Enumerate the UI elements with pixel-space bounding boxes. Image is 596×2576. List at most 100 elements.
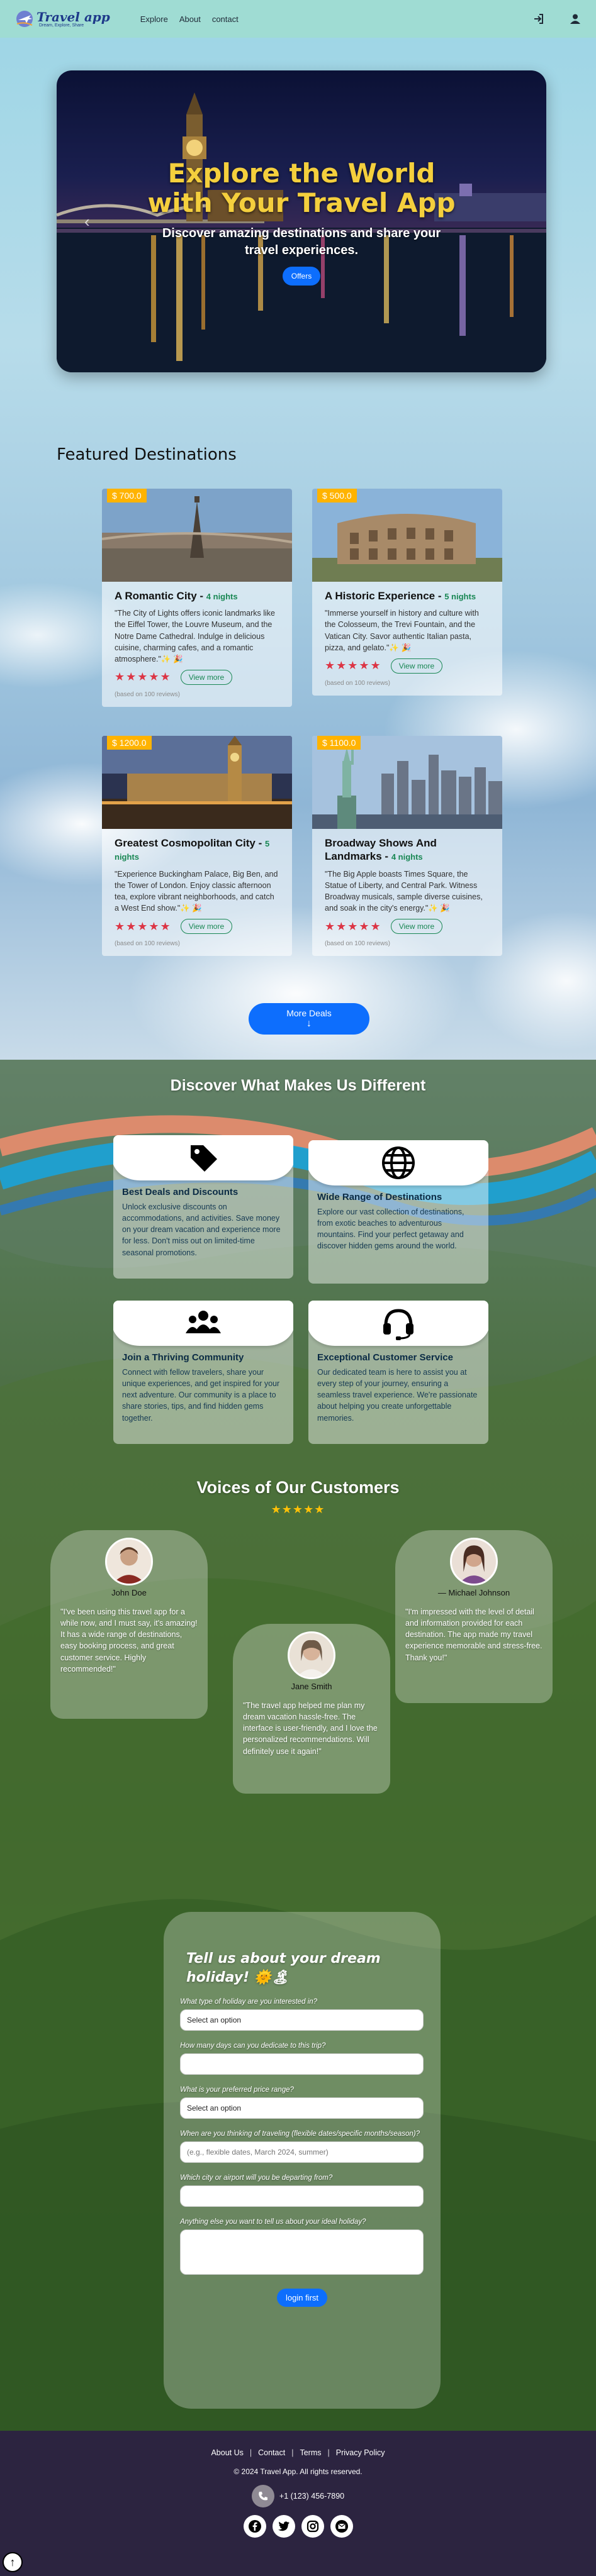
additional-info-label: Anything else you want to tell us about … xyxy=(180,2218,366,2226)
trip-days-label: How many days can you dedicate to this t… xyxy=(180,2042,326,2050)
review-count: (based on 100 reviews) xyxy=(325,940,390,947)
twitter-icon[interactable] xyxy=(272,2515,295,2538)
destination-description: "Immerse yourself in history and culture… xyxy=(325,609,479,652)
rating-stars: ★★★★★ xyxy=(115,670,172,684)
price-tag: $ 700.0 xyxy=(107,489,147,502)
navbar: Travel app Dream, Explore, Share Explore… xyxy=(0,0,596,38)
instagram-icon[interactable] xyxy=(301,2515,324,2538)
new-york-photo xyxy=(312,736,502,829)
destination-card-paris: $ 700.0 A Romantic City - 4 nights "The … xyxy=(102,489,292,707)
user-icon[interactable] xyxy=(570,13,581,25)
brand[interactable]: Travel app Dream, Explore, Share xyxy=(15,9,110,28)
rating-stars: ★★★★★ xyxy=(325,659,382,672)
price-range-select[interactable]: Select an option xyxy=(180,2097,424,2119)
testimonial-card: John Doe "I've been using this travel ap… xyxy=(50,1530,208,1719)
brand-subtitle: Dream, Explore, Share xyxy=(39,23,84,28)
holiday-type-select[interactable]: Select an option xyxy=(180,2009,424,2031)
email-icon[interactable] xyxy=(330,2515,353,2538)
footer-link-terms[interactable]: Terms xyxy=(300,2448,321,2457)
nav-links: Explore About contact xyxy=(140,14,239,24)
destination-description: "Experience Buckingham Palace, Big Ben, … xyxy=(115,869,278,913)
login-first-button[interactable]: login first xyxy=(276,2289,328,2307)
copyright: © 2024 Travel App. All rights reserved. xyxy=(233,2467,363,2476)
travel-dates-input[interactable]: (e.g., flexible dates, March 2024, summe… xyxy=(180,2141,424,2163)
rating-stars: ★★★★★ xyxy=(325,919,382,933)
view-more-button[interactable]: View more xyxy=(390,919,443,934)
nav-link-about[interactable]: About xyxy=(179,14,201,24)
travel-dates-label: When are you thinking of traveling (flex… xyxy=(180,2130,420,2138)
testimonial-name: — Michael Johnson xyxy=(437,1588,510,1597)
destination-name: A Romantic City xyxy=(115,590,197,602)
price-range-label: What is your preferred price range? xyxy=(180,2086,294,2094)
nav-link-explore[interactable]: Explore xyxy=(140,14,168,24)
footer-link-about[interactable]: About Us xyxy=(211,2448,243,2457)
price-tag: $ 500.0 xyxy=(317,489,357,502)
view-more-button[interactable]: View more xyxy=(180,669,233,685)
arrow-down-icon: ↓ xyxy=(306,1018,312,1029)
destination-nights: 4 nights xyxy=(391,852,423,862)
review-count: (based on 100 reviews) xyxy=(115,940,180,947)
price-tag: $ 1100.0 xyxy=(317,736,361,750)
feature-text: Explore our vast collection of destinati… xyxy=(317,1208,464,1251)
more-deals-label: More Deals xyxy=(286,1008,332,1018)
nav-actions xyxy=(533,13,581,25)
feature-text: Our dedicated team is here to assist you… xyxy=(317,1368,478,1423)
users-icon xyxy=(186,1311,221,1333)
new-york-image: $ 1100.0 xyxy=(312,736,502,829)
testimonial-text: "The travel app helped me plan my dream … xyxy=(243,1701,378,1756)
feature-title: Join a Thriving Community xyxy=(122,1352,244,1363)
destination-card-london: $ 1200.0 Greatest Cosmopolitan City - 5 … xyxy=(102,736,292,956)
trip-days-input[interactable] xyxy=(180,2053,424,2075)
paris-photo xyxy=(102,489,292,582)
sign-in-icon[interactable] xyxy=(533,13,544,25)
phone-icon[interactable] xyxy=(251,2485,274,2507)
avatar xyxy=(288,1631,335,1679)
hero-carousel: ‹ Explore the World with Your Travel App… xyxy=(57,70,546,372)
testimonial-card: — Michael Johnson "I'm impressed with th… xyxy=(395,1530,553,1703)
holiday-type-label: What type of holiday are you interested … xyxy=(180,1998,317,2006)
feature-card-deals: Best Deals and Discounts Unlock exclusiv… xyxy=(113,1135,293,1279)
airplane-logo-icon xyxy=(16,11,33,27)
more-deals-button[interactable]: More Deals ↓ xyxy=(249,1003,369,1035)
rome-photo xyxy=(312,489,502,582)
testimonial-text: "I've been using this travel app for a w… xyxy=(60,1607,198,1674)
destination-card-new-york: $ 1100.0 Broadway Shows And Landmarks - … xyxy=(312,736,502,956)
phone-number: +1 (123) 456-7890 xyxy=(279,2492,345,2501)
nav-link-contact[interactable]: contact xyxy=(212,14,239,24)
departure-city-input[interactable] xyxy=(180,2185,424,2207)
footer-link-privacy[interactable]: Privacy Policy xyxy=(336,2448,385,2457)
voices-title: Voices of Our Customers xyxy=(196,1478,400,1497)
destination-name: Greatest Cosmopolitan City xyxy=(115,837,256,849)
destination-nights: 4 nights xyxy=(206,592,238,601)
destination-nights: 5 nights xyxy=(444,592,476,601)
rome-image: $ 500.0 xyxy=(312,489,502,582)
destination-description: "The City of Lights offers iconic landma… xyxy=(115,609,276,663)
feature-text: Connect with fellow travelers, share you… xyxy=(122,1368,280,1423)
dream-holiday-form: Tell us about your dream holiday! 🌞🏝 Wha… xyxy=(164,1912,441,2409)
additional-info-textarea[interactable] xyxy=(180,2229,424,2275)
headset-icon xyxy=(383,1309,413,1340)
review-count: (based on 100 reviews) xyxy=(325,679,390,687)
footer: About Us | Contact | Terms | Privacy Policy © … xyxy=(0,2431,596,2576)
testimonial-name: John Doe xyxy=(111,1588,147,1597)
price-tag: $ 1200.0 xyxy=(107,736,152,750)
facebook-icon[interactable] xyxy=(243,2515,266,2538)
destination-card-rome: $ 500.0 A Historic Experience - 5 nights… xyxy=(312,489,502,696)
view-more-button[interactable]: View more xyxy=(390,658,443,674)
globe-icon xyxy=(382,1146,415,1179)
hero-subtitle: Discover amazing destinations and share … xyxy=(162,226,441,258)
testimonial-text: "I'm impressed with the level of detail … xyxy=(405,1607,543,1662)
offers-button[interactable]: Offers xyxy=(282,267,321,286)
social-links xyxy=(0,2515,596,2538)
review-count: (based on 100 reviews) xyxy=(115,691,180,698)
back-to-top-button[interactable]: ↑ xyxy=(3,2552,23,2572)
departure-city-label: Which city or airport will you be depart… xyxy=(180,2174,333,2182)
view-more-button[interactable]: View more xyxy=(180,919,233,934)
destination-name: A Historic Experience xyxy=(325,590,436,602)
destination-description: "The Big Apple boasts Times Square, the … xyxy=(325,869,483,913)
footer-link-contact[interactable]: Contact xyxy=(258,2448,285,2457)
feature-title: Wide Range of Destinations xyxy=(317,1192,442,1202)
hero-title: Explore the World with Your Travel App xyxy=(147,158,456,219)
feature-card-service: Exceptional Customer Service Our dedicat… xyxy=(308,1301,488,1444)
avatar xyxy=(450,1538,498,1585)
